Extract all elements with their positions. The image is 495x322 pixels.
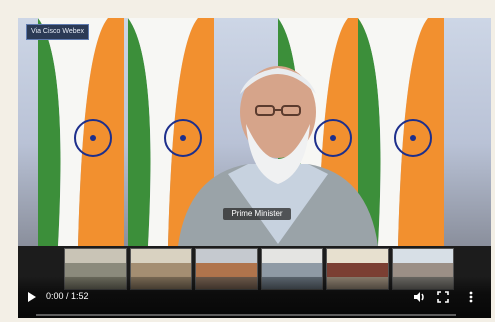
time-display: 0:00 / 1:52 bbox=[46, 291, 89, 301]
volume-icon[interactable] bbox=[412, 290, 426, 304]
play-icon[interactable] bbox=[28, 292, 36, 302]
player-controls: 0:00 / 1:52 bbox=[18, 276, 491, 318]
more-vertical-icon[interactable] bbox=[464, 290, 478, 304]
controls-row: 0:00 / 1:52 bbox=[18, 288, 491, 308]
duration: 1:52 bbox=[71, 291, 89, 301]
current-time: 0:00 bbox=[46, 291, 64, 301]
progress-bar[interactable] bbox=[36, 314, 456, 316]
flag-left-1 bbox=[38, 18, 124, 246]
video-player[interactable]: Via Cisco Webex Prime Minister 0:00 / 1:… bbox=[18, 18, 491, 318]
webex-watermark: Via Cisco Webex bbox=[26, 24, 90, 40]
time-separator: / bbox=[63, 291, 72, 301]
fullscreen-icon[interactable] bbox=[436, 290, 450, 304]
speaker-caption: Prime Minister bbox=[223, 208, 291, 220]
video-frame: Via Cisco Webex Prime Minister bbox=[18, 18, 491, 246]
